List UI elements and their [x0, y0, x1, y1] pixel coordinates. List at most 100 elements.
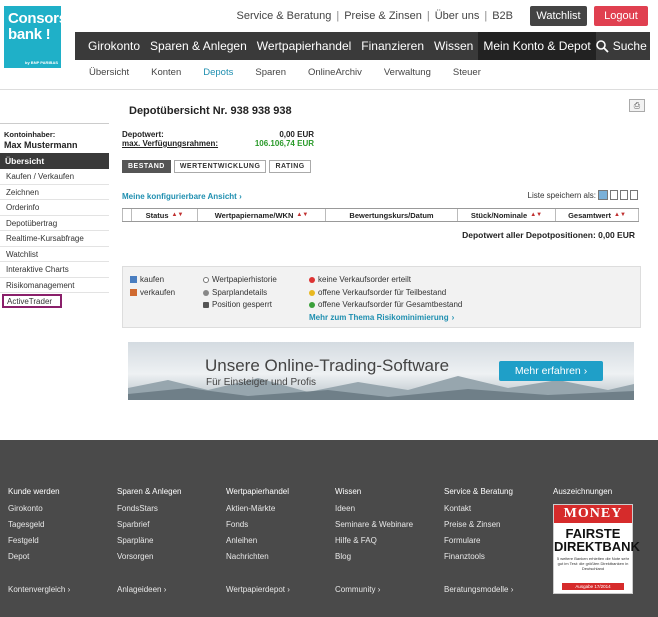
footer-heading: Kunde werden [8, 487, 60, 496]
sub-navigation: Übersicht Konten Depots Sparen OnlineArc… [89, 67, 481, 78]
nav-wissen[interactable]: Wissen [429, 32, 478, 60]
subnav-steuer[interactable]: Steuer [453, 67, 481, 78]
tab-rating[interactable]: RATING [269, 160, 311, 173]
sort-arrows-icon[interactable]: ▲▼ [296, 212, 308, 218]
footer-link[interactable]: Hilfe & FAQ [335, 536, 413, 545]
risk-minimization-link[interactable]: Mehr zum Thema Risikominimierung › [309, 313, 454, 322]
print-icon[interactable]: ⎙ [629, 99, 645, 112]
col-bewertungskurs[interactable]: Bewertungskurs/Datum [325, 209, 457, 221]
money-award-badge[interactable]: MONEY FAIRSTE DIREKTBANK 5 weitere Banke… [553, 504, 640, 594]
sidebar-item-zeichnen[interactable]: Zeichnen [0, 185, 109, 200]
footer-link[interactable]: Sparpläne [117, 536, 182, 545]
footer-bottom-link[interactable]: Community › [335, 585, 380, 594]
footer-link[interactable]: Anleihen [226, 536, 289, 545]
award-title2: DIREKTBANK [554, 539, 640, 554]
nav-mein-konto-depot[interactable]: Mein Konto & Depot [478, 32, 596, 60]
sidebar-item-kaufen-verkaufen[interactable]: Kaufen / Verkaufen [0, 169, 109, 185]
sort-arrows-icon[interactable]: ▲▼ [614, 212, 626, 218]
footer-link[interactable]: Kontakt [444, 504, 513, 513]
pdf-file-icon[interactable] [630, 190, 638, 200]
tab-bestand[interactable]: BESTAND [122, 160, 171, 173]
col-wertpapier[interactable]: Wertpapiername/WKN ▲▼ [197, 209, 325, 221]
award-text: 5 weitere Banken erhielten die Note sehr… [556, 556, 630, 571]
sidebar-item-orderinfo[interactable]: Orderinfo [0, 200, 109, 216]
search-icon [595, 39, 609, 53]
sidebar-item-watchlist[interactable]: Watchlist [0, 247, 109, 262]
subnav-onlinearchiv[interactable]: OnlineArchiv [308, 67, 362, 78]
footer-link[interactable]: Sparbrief [117, 520, 182, 529]
footer-bottom-link[interactable]: Kontenvergleich › [8, 585, 70, 594]
footer-link[interactable]: Blog [335, 552, 413, 561]
consorsbank-logo[interactable]: Consors bank ! by BNP PARIBAS [4, 6, 67, 68]
csv-file-icon[interactable] [620, 190, 628, 200]
footer-bottom-link[interactable]: Beratungsmodelle › [444, 585, 513, 594]
footer-bottom-link[interactable]: Anlageideen › [117, 585, 166, 594]
col-status[interactable]: Status ▲▼ [131, 209, 197, 221]
top-link-service[interactable]: Service & Beratung [237, 10, 332, 22]
separator: | [336, 10, 340, 22]
top-link-b2b[interactable]: B2B [492, 10, 513, 22]
nav-sparen-anlegen[interactable]: Sparen & Anlegen [145, 32, 252, 60]
trading-software-banner[interactable]: Unsere Online-Trading-Software Für Einst… [128, 342, 634, 400]
footer-link[interactable]: Seminare & Webinare [335, 520, 413, 529]
footer-link[interactable]: Depot [8, 552, 60, 561]
top-link-ueber-uns[interactable]: Über uns [435, 10, 480, 22]
sidebar-item-uebersicht[interactable]: Übersicht [0, 153, 109, 169]
footer-link[interactable]: Ideen [335, 504, 413, 513]
page-title: Depotübersicht Nr. 938 938 938 [129, 105, 292, 117]
nav-finanzieren[interactable]: Finanzieren [356, 32, 429, 60]
subnav-sparen[interactable]: Sparen [255, 67, 286, 78]
sort-arrows-icon[interactable]: ▲▼ [172, 212, 184, 218]
legend-verkaufen-label: verkaufen [140, 288, 176, 297]
subnav-uebersicht[interactable]: Übersicht [89, 67, 129, 78]
buy-icon [130, 276, 137, 283]
footer-link[interactable]: FondsStars [117, 504, 182, 513]
sidebar-item-realtime-kursabfrage[interactable]: Realtime-Kursabfrage [0, 231, 109, 247]
verfuegungsrahmen-link[interactable]: max. Verfügungsrahmen: [122, 139, 218, 148]
col-gesamtwert[interactable]: Gesamtwert ▲▼ [555, 209, 639, 221]
subnav-verwaltung[interactable]: Verwaltung [384, 67, 431, 78]
footer-col-kunde-werden: Kunde werden Girokonto Tagesgeld Festgel… [8, 487, 60, 568]
col-gesamtwert-label: Gesamtwert [568, 210, 612, 220]
sort-arrows-icon[interactable]: ▲▼ [530, 212, 542, 218]
footer-link[interactable]: Nachrichten [226, 552, 289, 561]
footer-link[interactable]: Girokonto [8, 504, 60, 513]
risk-minimization-label: Mehr zum Thema Risikominimierung [309, 313, 449, 322]
subnav-konten[interactable]: Konten [151, 67, 181, 78]
legend-historie-label: Wertpapierhistorie [212, 275, 277, 284]
chevron-right-icon: › [510, 585, 514, 594]
footer-link[interactable]: Tagesgeld [8, 520, 60, 529]
col-status-label: Status [145, 210, 169, 220]
footer-link[interactable]: Aktien-Märkte [226, 504, 289, 513]
legend-gesperrt-label: Position gesperrt [212, 300, 273, 309]
footer-link[interactable]: Preise & Zinsen [444, 520, 513, 529]
sidebar-item-interaktive-charts[interactable]: Interaktive Charts [0, 262, 109, 278]
sidebar-item-depotuebertrag[interactable]: Depotübertrag [0, 216, 109, 231]
tab-wertentwicklung[interactable]: WERTENTWICKLUNG [173, 160, 267, 173]
mehr-erfahren-button[interactable]: Mehr erfahren › [499, 361, 603, 381]
configurable-view-link[interactable]: Meine konfigurierbare Ansicht › [122, 192, 242, 201]
save-list-label: Liste speichern als: [527, 190, 596, 200]
sidebar: Kontoinhaber: Max Mustermann Übersicht K… [0, 123, 109, 308]
footer-link[interactable]: Finanztools [444, 552, 513, 561]
footer-bottom-link[interactable]: Wertpapierdepot › [226, 585, 290, 594]
col-stueck[interactable]: Stück/Nominale ▲▼ [457, 209, 555, 221]
subnav-depots[interactable]: Depots [203, 67, 233, 78]
footer-link[interactable]: Vorsorgen [117, 552, 182, 561]
sidebar-item-risikomanagement[interactable]: Risikomanagement [0, 278, 109, 293]
top-links: Service & Beratung | Preise & Zinsen | Übe… [237, 10, 513, 22]
sidebar-item-activetrader[interactable]: ActiveTrader [2, 294, 62, 308]
footer-bottom-label: Beratungsmodelle [444, 585, 509, 594]
nav-girokonto[interactable]: Girokonto [75, 32, 145, 60]
top-link-preise[interactable]: Preise & Zinsen [344, 10, 422, 22]
footer-link[interactable]: Fonds [226, 520, 289, 529]
image-file-icon[interactable] [598, 190, 608, 200]
footer-link[interactable]: Festgeld [8, 536, 60, 545]
watchlist-button[interactable]: Watchlist [530, 6, 587, 26]
nav-wertpapierhandel[interactable]: Wertpapierhandel [252, 32, 357, 60]
logout-button[interactable]: Logout [594, 6, 648, 26]
excel-file-icon[interactable] [610, 190, 618, 200]
search-button[interactable]: Suche [595, 39, 658, 53]
footer-bottom-label: Anlageideen [117, 585, 162, 594]
footer-link[interactable]: Formulare [444, 536, 513, 545]
